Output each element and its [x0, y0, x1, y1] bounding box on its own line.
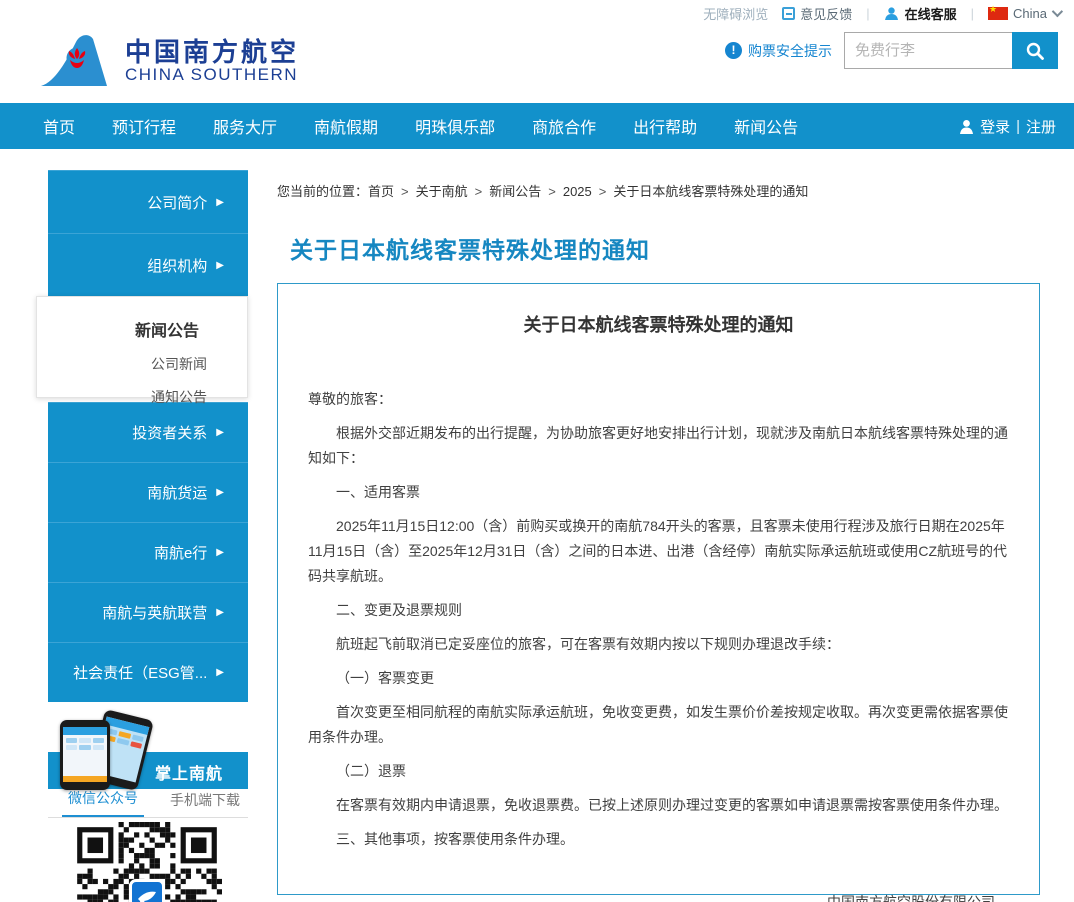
sidebar-item-bottom-2[interactable]: 南航e行▶: [48, 522, 248, 582]
notice-paragraph-2: 2025年11月15日12:00（含）前购买或换开的南航784开头的客票，且客票…: [308, 514, 1009, 589]
notice-paragraph-0: 根据外交部近期发布的出行提醒，为协助旅客更好地安排出行计划，现就涉及南航日本航线…: [308, 421, 1009, 471]
breadcrumb-item-3[interactable]: 2025: [563, 184, 592, 199]
breadcrumb-separator: >: [548, 184, 556, 199]
app-icon: [129, 879, 165, 902]
phone-front: [60, 720, 110, 790]
breadcrumb: 您当前的位置：首页 > 关于南航 > 新闻公告 >2025 > 关于日本航线客票特殊处理的通知: [277, 181, 808, 200]
nav-item-3[interactable]: 南航假期: [314, 114, 378, 138]
sidebar-item-news[interactable]: 新闻公告: [37, 297, 247, 341]
sidebar-item-top-0[interactable]: 公司简介▶: [48, 170, 248, 233]
sidebar-item-bottom-3[interactable]: 南航与英航联营▶: [48, 582, 248, 642]
arrow-right-icon: ▶: [216, 607, 224, 618]
register-link[interactable]: 注册: [1026, 116, 1056, 137]
ticket-safety-tip-link[interactable]: ! 购票安全提示: [725, 41, 832, 61]
arrow-right-icon: ▶: [216, 667, 224, 678]
notice-paragraph-6: 首次变更至相同航程的南航实际承运航班，免收变更费，如发生票价价差按规定收取。再次…: [308, 700, 1009, 750]
chevron-down-icon: [1052, 6, 1063, 17]
notice-paragraph-4: 航班起飞前取消已定妥座位的旅客，可在客票有效期内按以下规则办理退改手续：: [308, 632, 1009, 657]
notice-paragraph-8: 在客票有效期内申请退票，免收退票费。已按上述原则办理过变更的客票如申请退票需按客…: [308, 793, 1009, 818]
nav-items: 首页 预订行程 服务大厅 南航假期 明珠俱乐部 商旅合作 出行帮助 新闻公告: [43, 114, 835, 138]
breadcrumb-item-0[interactable]: 首页: [368, 184, 394, 199]
arrow-right-icon: ▶: [216, 427, 224, 438]
breadcrumb-separator: >: [599, 184, 607, 199]
sidebar-item-bottom-0[interactable]: 投资者关系▶: [48, 402, 248, 462]
online-service-link[interactable]: 在线客服: [884, 4, 957, 23]
customer-service-icon: [884, 6, 899, 21]
nav-item-4[interactable]: 明珠俱乐部: [415, 114, 495, 138]
nav-item-0[interactable]: 首页: [43, 114, 75, 138]
accessibility-link[interactable]: 无障碍浏览: [703, 4, 768, 23]
app-tabs: 微信公众号 手机端下载: [48, 789, 248, 818]
notice-paragraph-3: 二、变更及退票规则: [308, 598, 1009, 623]
logo[interactable]: 中国南方航空 CHINA SOUTHERN: [35, 30, 299, 92]
login-link[interactable]: 登录: [980, 116, 1010, 137]
page-title: 关于日本航线客票特殊处理的通知: [290, 231, 650, 265]
logo-chinese-name: 中国南方航空: [125, 38, 299, 66]
user-icon: [959, 119, 974, 134]
search-button[interactable]: [1012, 32, 1058, 69]
sidebar-subitems: 公司新闻通知公告: [37, 354, 247, 407]
logo-wordmark: 中国南方航空 CHINA SOUTHERN: [125, 38, 299, 84]
divider: |: [971, 6, 974, 21]
top-utility-bar: 无障碍浏览 意见反馈 | 在线客服 | China: [0, 0, 1074, 26]
breadcrumb-item-4[interactable]: 关于日本航线客票特殊处理的通知: [613, 184, 808, 199]
nav-item-7[interactable]: 新闻公告: [734, 114, 798, 138]
header-right: ! 购票安全提示: [725, 32, 1058, 69]
notice-paragraph-5: （一）客票变更: [308, 666, 1009, 691]
notice-box: 关于日本航线客票特殊处理的通知 尊敬的旅客： 根据外交部近期发布的出行提醒，为协…: [277, 283, 1040, 895]
arrow-right-icon: ▶: [216, 197, 224, 208]
notice-paragraph-1: 一、适用客票: [308, 480, 1009, 505]
header: 中国南方航空 CHINA SOUTHERN ! 购票安全提示: [0, 26, 1074, 103]
nav-item-6[interactable]: 出行帮助: [633, 114, 697, 138]
sidebar-item-bottom-1[interactable]: 南航货运▶: [48, 462, 248, 522]
notice-title: 关于日本航线客票特殊处理的通知: [308, 311, 1009, 337]
signature-company: 中国南方航空股份有限公司: [308, 892, 1009, 902]
sidebar-active-panel: 新闻公告 公司新闻通知公告: [36, 296, 248, 398]
airline-tail-logo-icon: [35, 30, 113, 92]
feedback-link[interactable]: 意见反馈: [782, 4, 852, 23]
sidebar-item-top-1[interactable]: 组织机构▶: [48, 233, 248, 296]
tab-wechat-official[interactable]: 微信公众号: [62, 788, 144, 817]
breadcrumb-item-2[interactable]: 新闻公告: [489, 184, 541, 199]
logo-english-name: CHINA SOUTHERN: [125, 66, 299, 84]
salutation: 尊敬的旅客：: [308, 387, 1009, 412]
nav-item-2[interactable]: 服务大厅: [213, 114, 277, 138]
auth-area: 登录 | 注册: [959, 103, 1056, 149]
sidebar-item-bottom-4[interactable]: 社会责任（ESG管...▶: [48, 642, 248, 702]
qr-code: [72, 822, 222, 902]
alert-icon: !: [725, 42, 742, 59]
nav-item-1[interactable]: 预订行程: [112, 114, 176, 138]
notice-paragraph-7: （二）退票: [308, 759, 1009, 784]
divider: |: [866, 6, 869, 21]
breadcrumb-separator: >: [401, 184, 409, 199]
breadcrumb-prefix: 您当前的位置：: [277, 184, 368, 199]
china-flag-icon: [988, 7, 1008, 20]
feedback-icon: [782, 7, 795, 20]
breadcrumb-item-1[interactable]: 关于南航: [416, 184, 468, 199]
sidebar-subitem-0[interactable]: 公司新闻: [37, 354, 247, 374]
arrow-right-icon: ▶: [216, 260, 224, 271]
notice-body: 尊敬的旅客： 根据外交部近期发布的出行提醒，为协助旅客更好地安排出行计划，现就涉…: [308, 387, 1009, 902]
sidebar-subitem-1[interactable]: 通知公告: [37, 387, 247, 407]
arrow-right-icon: ▶: [216, 547, 224, 558]
search-icon: [1025, 41, 1045, 61]
search-input[interactable]: [844, 32, 1012, 69]
notice-paragraph-9: 三、其他事项，按客票使用条件办理。: [308, 827, 1009, 852]
main-nav: 首页 预订行程 服务大厅 南航假期 明珠俱乐部 商旅合作 出行帮助 新闻公告 登录 | 注册: [0, 103, 1074, 149]
nav-item-5[interactable]: 商旅合作: [532, 114, 596, 138]
page-root: 无障碍浏览 意见反馈 | 在线客服 | China: [0, 0, 1074, 902]
region-selector[interactable]: China: [988, 6, 1060, 21]
breadcrumb-separator: >: [475, 184, 483, 199]
tab-mobile-download[interactable]: 手机端下载: [164, 790, 246, 817]
search-box: [844, 32, 1058, 69]
app-banner-title: 掌上南航: [155, 760, 223, 784]
phones-illustration: [58, 714, 154, 790]
arrow-right-icon: ▶: [216, 487, 224, 498]
